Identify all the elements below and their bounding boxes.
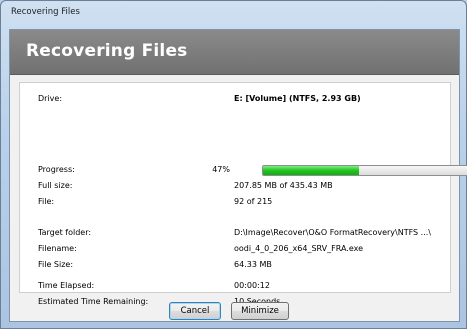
drive-value: E: [Volume] (NTFS, 2.93 GB) [234, 94, 361, 103]
file-value: 92 of 215 [234, 197, 273, 206]
file-size-label: File Size: [38, 260, 74, 269]
minimize-button[interactable]: Minimize [231, 302, 289, 320]
time-remaining-label: Estimated Time Remaining: [38, 297, 149, 306]
dialog-body: Recovering Files Drive: E: [Volume] (NTF… [9, 29, 467, 322]
title-bar[interactable]: Recovering Files [1, 1, 466, 29]
progress-percent: 47% [212, 165, 230, 174]
target-folder-label: Target folder: [38, 228, 92, 237]
filename-value: oodi_4_0_206_x64_SRV_FRA.exe [234, 244, 364, 253]
full-size-label: Full size: [38, 181, 73, 190]
header-banner: Recovering Files [10, 30, 459, 75]
progress-bar-fill [263, 166, 360, 175]
drive-label: Drive: [38, 94, 63, 103]
time-elapsed-value: 00:00:12 [234, 281, 270, 290]
details-panel: Drive: E: [Volume] (NTFS, 2.93 GB) Progr… [19, 82, 467, 306]
file-label: File: [38, 197, 55, 206]
recovering-files-window: Recovering Files Recovering Files Drive:… [0, 0, 467, 329]
cancel-button[interactable]: Cancel [169, 302, 221, 320]
full-size-value: 207.85 MB of 435.43 MB [234, 181, 333, 190]
banner-title: Recovering Files [26, 41, 188, 61]
time-elapsed-label: Time Elapsed: [38, 281, 95, 290]
file-size-value: 64.33 MB [234, 260, 272, 269]
progress-label: Progress: [38, 165, 75, 174]
target-folder-value: D:\Image\Recover\O&O FormatRecovery\NTFS… [234, 228, 431, 237]
filename-label: Filename: [38, 244, 77, 253]
progress-bar [262, 165, 467, 176]
window-title: Recovering Files [11, 7, 80, 17]
